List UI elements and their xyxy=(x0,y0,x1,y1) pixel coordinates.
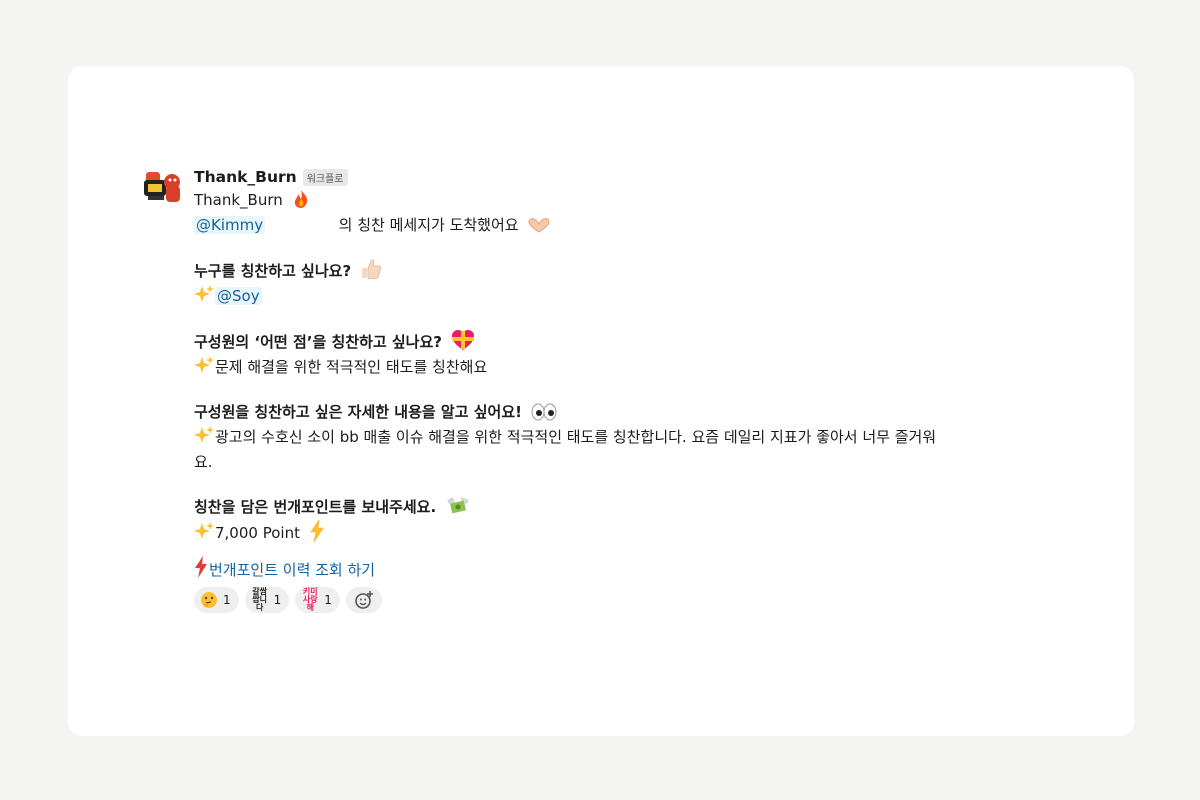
answer-3: 광고의 수호신 소이 bb 매출 이슈 해결을 위한 적극적인 태도를 칭찬합니… xyxy=(194,425,954,475)
message-card: Thank_Burn 워크플로 Thank_Burn @Kimmy 의 칭찬 메… xyxy=(68,66,1134,736)
points-text: 7,000 Point xyxy=(215,524,300,542)
add-reaction-icon xyxy=(355,591,373,609)
heart-hands-icon xyxy=(528,218,550,233)
sparkles-icon xyxy=(194,426,214,443)
question-4: 칭찬을 담은 번개포인트를 보내주세요. xyxy=(194,495,994,520)
add-reaction-button[interactable] xyxy=(345,587,382,613)
custom-emoji-text-icon: 키미 사랑해 xyxy=(302,587,318,612)
answer-3-text: 광고의 수호신 소이 bb 매출 이슈 해결을 위한 적극적인 태도를 칭찬합니… xyxy=(194,428,937,471)
reaction-count: 1 xyxy=(273,593,282,607)
reaction-thinking[interactable]: 1 xyxy=(194,587,239,613)
reaction-count: 1 xyxy=(324,593,332,607)
reactions-bar: 1 갈쌈 쌉니다 1 키미 사랑해 1 xyxy=(194,587,994,613)
workflow-badge: 워크플로 xyxy=(302,168,348,186)
fire-icon xyxy=(294,190,307,208)
question-2: 구성원의 ‘어떤 점’을 칭찬하고 싶나요? xyxy=(194,329,994,355)
message-header: Thank_Burn 워크플로 xyxy=(194,166,994,188)
question-3-text: 구성원을 칭찬하고 싶은 자세한 내용을 알고 싶어요! xyxy=(194,403,522,421)
answer-2-text: 문제 해결을 위한 적극적인 태도를 칭찬해요 xyxy=(215,358,488,376)
sparkles-icon xyxy=(194,522,214,539)
question-4-text: 칭찬을 담은 번개포인트를 보내주세요. xyxy=(194,498,437,516)
message: Thank_Burn 워크플로 Thank_Burn @Kimmy 의 칭찬 메… xyxy=(144,166,994,613)
question-1: 누구를 칭찬하고 싶나요? xyxy=(194,258,994,284)
question-3: 구성원을 칭찬하고 싶은 자세한 내용을 알고 싶어요! xyxy=(194,400,994,425)
answer-4: 7,000 Point xyxy=(194,520,994,546)
question-1-text: 누구를 칭찬하고 싶나요? xyxy=(194,262,352,280)
arrival-text: 의 칭찬 메세지가 도착했어요 xyxy=(338,216,519,234)
red-lightning-icon xyxy=(195,556,207,578)
sparkles-icon xyxy=(194,356,214,373)
point-history-link[interactable]: 번개포인트 이력 조회 하기 xyxy=(209,561,375,579)
answer-2: 문제 해결을 위한 적극적인 태도를 칭찬해요 xyxy=(194,355,994,380)
eyes-icon xyxy=(531,403,557,421)
mention-soy[interactable]: @Soy xyxy=(215,287,262,305)
mention-kimmy[interactable]: @Kimmy xyxy=(194,216,266,234)
bot-avatar[interactable] xyxy=(142,166,184,208)
thinking-face-icon xyxy=(201,592,217,608)
money-with-wings-icon xyxy=(447,497,470,514)
heart-with-ribbon-icon xyxy=(452,330,475,350)
reaction-custom-1[interactable]: 갈쌈 쌉니다 1 xyxy=(244,587,290,613)
sparkles-icon xyxy=(194,285,214,302)
custom-emoji-text-icon: 갈쌈 쌉니다 xyxy=(252,587,267,612)
reaction-count: 1 xyxy=(223,593,231,607)
history-link-row: 번개포인트 이력 조회 하기 xyxy=(194,556,994,583)
answer-1: @Soy xyxy=(194,284,994,309)
sender-name[interactable]: Thank_Burn xyxy=(194,168,297,186)
question-2-text: 구성원의 ‘어떤 점’을 칭찬하고 싶나요? xyxy=(194,333,442,351)
title-line: Thank_Burn xyxy=(194,188,994,213)
reaction-custom-2[interactable]: 키미 사랑해 1 xyxy=(295,587,340,613)
high-voltage-icon xyxy=(310,520,324,542)
thumbs-up-icon xyxy=(362,259,382,279)
title-text: Thank_Burn xyxy=(194,191,283,209)
arrival-line: @Kimmy 의 칭찬 메세지가 도착했어요 xyxy=(194,213,994,238)
